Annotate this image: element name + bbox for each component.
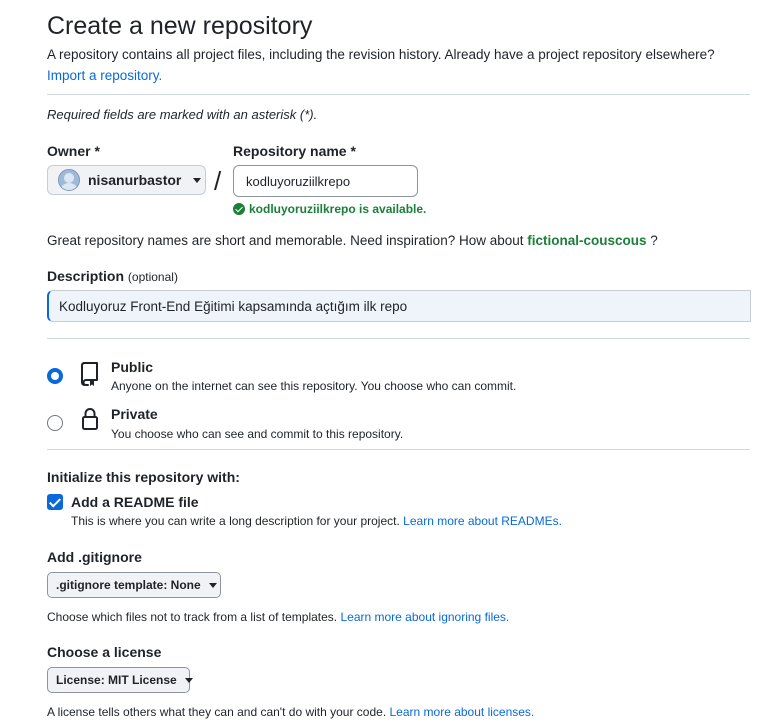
optional-tag: (optional) <box>127 270 178 284</box>
owner-repo-separator: / <box>214 166 222 196</box>
gitignore-select-label: .gitignore template: None <box>56 578 201 592</box>
license-help-text: A license tells others what they can and… <box>47 705 387 719</box>
availability-text: kodluyoruziilkrepo is available. <box>249 202 427 216</box>
private-title: Private <box>111 406 158 422</box>
divider <box>47 338 750 339</box>
inspiration-text: Great repository names are short and mem… <box>47 233 524 248</box>
public-radio[interactable] <box>47 368 63 384</box>
gitignore-title: Add .gitignore <box>47 549 142 565</box>
readme-label[interactable]: Add a README file <box>71 494 199 510</box>
name-inspiration: Great repository names are short and mem… <box>47 233 658 248</box>
private-radio[interactable] <box>47 415 63 431</box>
gitignore-template-select[interactable]: .gitignore template: None <box>47 572 221 598</box>
license-select-label: License: MIT License <box>56 673 177 687</box>
private-description: You choose who can see and commit to thi… <box>111 427 404 441</box>
import-repository-link[interactable]: Import a repository. <box>47 68 162 83</box>
divider <box>47 94 750 95</box>
owner-label: Owner * <box>47 143 100 159</box>
gitignore-learn-more-link[interactable]: Learn more about ignoring files. <box>340 610 509 624</box>
required-fields-note: Required fields are marked with an aster… <box>47 107 318 122</box>
initialize-title: Initialize this repository with: <box>47 469 240 485</box>
page-title: Create a new repository <box>47 12 313 40</box>
public-title: Public <box>111 359 154 375</box>
availability-message: kodluyoruziilkrepo is available. <box>233 202 426 216</box>
gitignore-help-text: Choose which files not to track from a l… <box>47 610 338 624</box>
license-help: A license tells others what they can and… <box>47 705 534 719</box>
suggested-name-link[interactable]: fictional-couscous <box>527 233 646 248</box>
readme-checkbox[interactable] <box>47 494 63 510</box>
license-learn-more-link[interactable]: Learn more about licenses. <box>390 705 535 719</box>
avatar <box>58 169 80 191</box>
inspiration-suffix: ? <box>650 233 658 248</box>
owner-select-button[interactable]: nisanurbastor <box>47 165 206 195</box>
caret-down-icon <box>208 582 217 588</box>
public-description: Anyone on the internet can see this repo… <box>111 379 517 393</box>
gitignore-help: Choose which files not to track from a l… <box>47 610 509 624</box>
page-subtitle: A repository contains all project files,… <box>47 47 715 62</box>
repository-name-input[interactable] <box>233 165 418 197</box>
description-input[interactable] <box>47 290 751 322</box>
repo-icon <box>81 362 98 386</box>
description-label: Description (optional) <box>47 268 178 284</box>
owner-name: nisanurbastor <box>88 172 182 188</box>
repository-name-label: Repository name * <box>233 143 356 159</box>
lock-icon <box>82 408 98 430</box>
license-select[interactable]: License: MIT License <box>47 667 193 693</box>
caret-down-icon <box>184 677 193 683</box>
check-circle-icon <box>233 203 245 215</box>
divider <box>47 449 750 450</box>
readme-help: This is where you can write a long descr… <box>71 514 562 528</box>
readme-help-text: This is where you can write a long descr… <box>71 514 400 528</box>
license-title: Choose a license <box>47 644 162 660</box>
caret-down-icon <box>193 177 202 183</box>
readme-learn-more-link[interactable]: Learn more about READMEs. <box>403 514 562 528</box>
description-label-text: Description <box>47 268 125 284</box>
